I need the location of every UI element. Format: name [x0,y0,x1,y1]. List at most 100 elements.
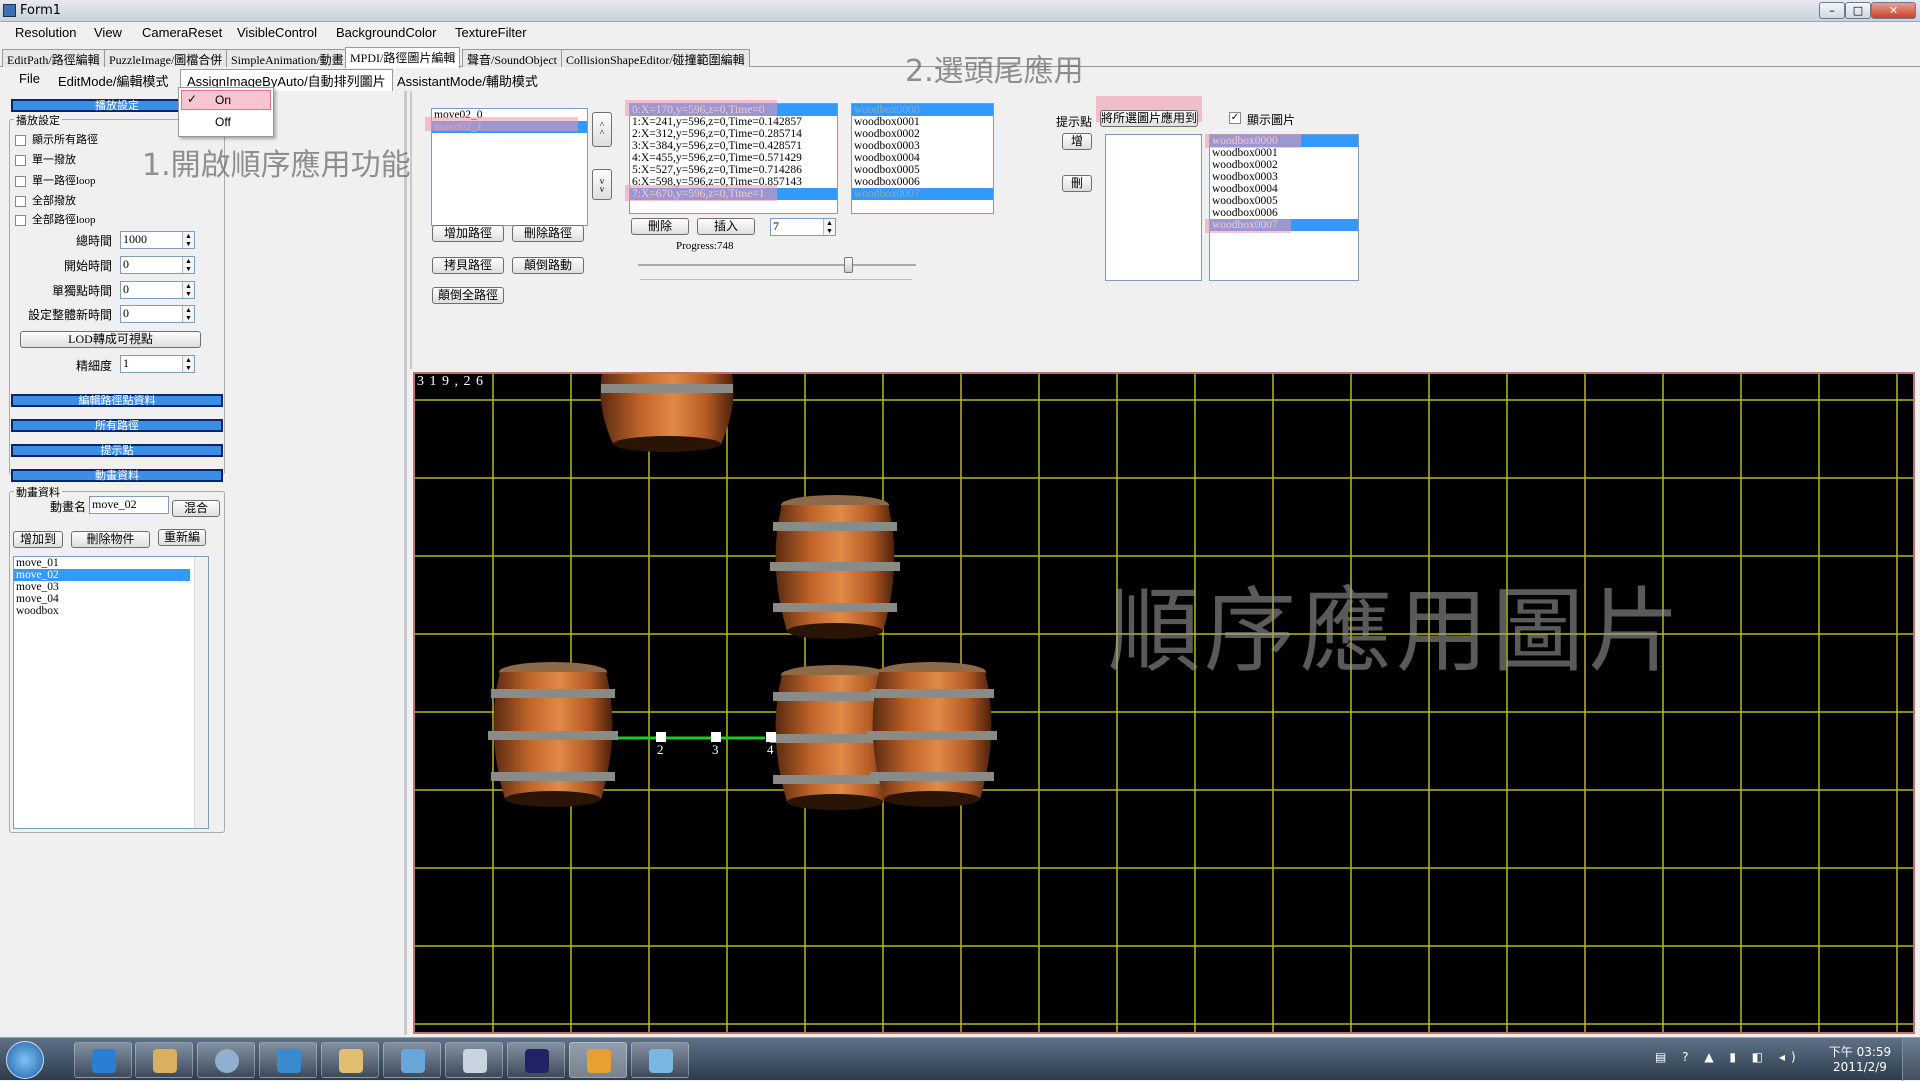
move-path-down-button[interactable]: v v [592,169,612,200]
path-point-handle[interactable] [766,732,776,742]
total-time-input[interactable]: 1000 ▲ ▼ [120,231,195,249]
menu-edit-mode[interactable]: EditMode/編輯模式 [58,71,169,90]
tab-puzzle-image[interactable]: PuzzleImage/圖檔合併 [104,49,228,67]
reverse-all-paths-button[interactable]: 顛倒全路徑 [432,287,504,304]
point-list-item[interactable]: 5:X=527,y=596,z=0,Time=0.714286 [630,164,837,176]
animation-list-item[interactable]: woodbox [14,605,208,617]
image-list[interactable]: woodbox0000 woodbox0001 woodbox0002 wood… [851,103,994,214]
start-time-input[interactable]: 0 ▲ ▼ [120,256,195,274]
add-to-button[interactable]: 增加到 [13,531,63,548]
delete-path-button[interactable]: 刪除路徑 [512,225,584,242]
menu-file[interactable]: File [19,71,40,86]
all-path-loop-checkbox[interactable]: 全部路徑loop [15,211,96,227]
tab-edit-path[interactable]: EditPath/路徑編輯 [2,49,105,67]
add-hint-button[interactable]: 增 [1062,133,1092,150]
all-paths-header[interactable]: 所有路徑 [11,419,223,432]
set-new-time-spinner[interactable]: ▲ ▼ [182,306,194,322]
taskbar-explorer[interactable] [321,1042,379,1078]
taskbar-ie[interactable] [74,1042,132,1078]
delete-hint-button[interactable]: 刪 [1062,175,1092,192]
taskbar-app[interactable] [197,1042,255,1078]
single-play-checkbox[interactable]: 單一撥放 [15,151,76,167]
menu-resolution[interactable]: Resolution [15,25,76,40]
mix-button[interactable]: 混合 [172,500,220,517]
lod-button[interactable]: LOD轉成可視點 [20,331,201,348]
total-time-spinner[interactable]: ▲ ▼ [182,232,194,248]
hint-image-item[interactable]: woodbox0002 [1210,159,1358,171]
taskbar-app[interactable] [383,1042,441,1078]
tab-mpdi[interactable]: MPDI/路徑圖片編輯 [345,47,461,68]
image-list-item[interactable]: woodbox0003 [852,140,993,152]
image-list-item-selected[interactable]: woodbox0007 [852,188,993,200]
menu-assistant-mode[interactable]: AssistantMode/輔助模式 [397,71,538,90]
delete-point-button[interactable]: 刪除 [631,218,689,235]
path-point-handle[interactable] [711,732,721,742]
menu-camera-reset[interactable]: CameraReset [142,25,222,40]
insert-point-button[interactable]: 插入 [697,218,755,235]
barrel-sprite[interactable] [867,662,997,807]
reverse-move-button[interactable]: 顛倒路動 [512,257,584,274]
animation-list-scrollbar[interactable] [194,557,208,828]
menu-background-color[interactable]: BackgroundColor [336,25,436,40]
image-list-item[interactable]: woodbox0002 [852,128,993,140]
path-point-handle[interactable] [656,732,666,742]
taskbar-app[interactable] [259,1042,317,1078]
taskbar-calculator[interactable] [445,1042,503,1078]
edit-path-points-header[interactable]: 編輯路徑點資料 [11,394,223,407]
start-time-spinner[interactable]: ▲ ▼ [182,257,194,273]
hint-point-list[interactable] [1105,134,1202,281]
hint-image-list[interactable]: woodbox0000 woodbox0001 woodbox0002 wood… [1209,134,1359,281]
delete-object-button[interactable]: 刪除物件 [71,531,150,548]
hint-image-item[interactable]: woodbox0004 [1210,183,1358,195]
point-count-input[interactable]: 7 ▲ ▼ [770,218,836,236]
taskbar-app[interactable] [507,1042,565,1078]
tab-simple-animation[interactable]: SimpleAnimation/動畫 [226,49,349,67]
barrel-sprite[interactable] [488,662,618,807]
copy-path-button[interactable]: 拷貝路徑 [432,257,504,274]
render-viewport[interactable]: 3 1 9 , 2 6 2 3 4 順序應用圖片 [413,372,1915,1034]
off-option[interactable]: Off [215,115,231,129]
show-all-paths-checkbox[interactable]: 顯示所有路徑 [15,131,98,147]
barrel-sprite[interactable] [600,374,734,452]
animation-list-item[interactable]: move_04 [14,593,208,605]
hint-image-item[interactable]: woodbox0001 [1210,147,1358,159]
menu-texture-filter[interactable]: TextureFilter [455,25,527,40]
tray-time[interactable]: 下午 03:59 [1825,1043,1895,1060]
tray-icons[interactable]: ▤ ? ▲ ▮ ◧ ◂) [1655,1050,1802,1064]
point-list-item[interactable]: 4:X=455,y=596,z=0,Time=0.571429 [630,152,837,164]
progress-slider-thumb[interactable] [843,257,853,273]
point-count-spinner[interactable]: ▲ ▼ [823,219,835,235]
detail-spinner[interactable]: ▲ ▼ [182,356,194,372]
hint-image-item[interactable]: woodbox0003 [1210,171,1358,183]
barrel-sprite[interactable] [770,495,900,639]
animation-list-item-selected[interactable]: move_02 [14,569,190,581]
set-new-time-input[interactable]: 0 ▲ ▼ [120,305,195,323]
hint-image-item[interactable]: woodbox0006 [1210,207,1358,219]
play-all-checkbox[interactable]: 全部撥放 [15,192,76,208]
image-list-item-selected[interactable]: woodbox0000 [852,104,993,116]
image-list-item[interactable]: woodbox0005 [852,164,993,176]
start-button[interactable] [6,1041,44,1079]
menu-view[interactable]: View [94,25,122,40]
animation-list[interactable]: move_01 move_02 move_03 move_04 woodbox [13,556,209,829]
point-list-item[interactable]: 1:X=241,y=596,z=0,Time=0.142857 [630,116,837,128]
maximize-button[interactable]: □ [1845,2,1871,19]
apply-selected-images-button[interactable]: 將所選圖片應用到 [1100,110,1198,127]
animation-list-item[interactable]: move_03 [14,581,208,593]
point-list-item[interactable]: 3:X=384,y=596,z=0,Time=0.428571 [630,140,837,152]
show-images-checkbox[interactable]: ✓ [1229,112,1241,124]
close-button[interactable]: ✕ [1871,2,1916,19]
tab-collision-shape[interactable]: CollisionShapeEditor/碰撞範圍編輯 [561,49,750,67]
menu-visible-control[interactable]: VisibleControl [237,25,317,40]
tray-date[interactable]: 2011/2/9 [1825,1060,1895,1074]
image-list-item[interactable]: woodbox0001 [852,116,993,128]
animation-data-header[interactable]: 動畫資料 [11,469,223,482]
hint-points-header[interactable]: 提示點 [11,444,223,457]
hint-image-item[interactable]: woodbox0005 [1210,195,1358,207]
animation-name-input[interactable]: move_02 [89,496,169,514]
progress-slider-track[interactable] [638,264,916,266]
detail-input[interactable]: 1 ▲ ▼ [120,355,195,373]
taskbar-app[interactable] [631,1042,689,1078]
image-list-item[interactable]: woodbox0004 [852,152,993,164]
reedit-button[interactable]: 重新編 [158,529,206,546]
